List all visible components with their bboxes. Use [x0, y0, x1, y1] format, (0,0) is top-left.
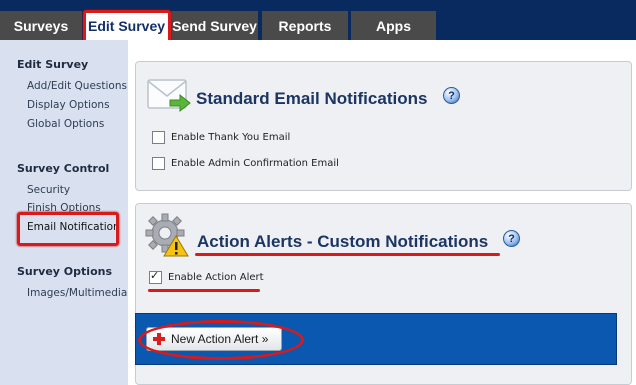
- sidebar-item-images-multimedia[interactable]: Images/Multimedia: [27, 287, 127, 299]
- tab-apps[interactable]: Apps: [351, 11, 436, 40]
- standard-email-title: Standard Email Notifications: [196, 89, 428, 108]
- tab-surveys[interactable]: Surveys: [0, 11, 82, 40]
- sidebar-item-add-edit-questions[interactable]: Add/Edit Questions: [27, 80, 127, 92]
- tab-reports[interactable]: Reports: [262, 11, 348, 40]
- gear-warning-icon: [145, 213, 189, 257]
- admin-confirmation-email-checkbox[interactable]: [152, 157, 165, 170]
- new-action-alert-button[interactable]: New Action Alert »: [146, 327, 282, 351]
- envelope-icon: [147, 79, 191, 113]
- sidebar-heading-edit-survey: Edit Survey: [17, 58, 89, 71]
- main-content: Standard Email Notifications ? Enable Th…: [128, 40, 636, 385]
- sidebar-heading-survey-options: Survey Options: [17, 265, 112, 278]
- sidebar: Edit Survey Add/Edit Questions Display O…: [0, 40, 128, 385]
- help-icon[interactable]: ?: [443, 87, 460, 104]
- new-action-alert-label: New Action Alert »: [171, 332, 269, 346]
- admin-confirmation-email-label: Enable Admin Confirmation Email: [171, 158, 339, 169]
- plus-icon: [153, 333, 165, 345]
- action-alerts-title-underline: [195, 253, 500, 256]
- sidebar-heading-survey-control: Survey Control: [17, 162, 110, 175]
- sidebar-item-display-options[interactable]: Display Options: [27, 99, 110, 111]
- sidebar-item-global-options[interactable]: Global Options: [27, 118, 104, 130]
- enable-action-alert-label: Enable Action Alert: [168, 272, 264, 283]
- help-icon[interactable]: ?: [503, 230, 520, 247]
- sidebar-item-security[interactable]: Security: [27, 184, 70, 196]
- standard-email-panel: Standard Email Notifications ? Enable Th…: [135, 61, 632, 191]
- enable-action-alert-checkbox[interactable]: [149, 269, 162, 284]
- enable-action-alert-underline: [148, 289, 260, 292]
- tab-edit-survey[interactable]: Edit Survey: [84, 11, 169, 40]
- sidebar-item-email-notification[interactable]: Email Notification: [27, 221, 120, 233]
- thank-you-email-label: Enable Thank You Email: [171, 132, 291, 143]
- thank-you-email-checkbox[interactable]: [152, 131, 165, 144]
- sidebar-item-finish-options[interactable]: Finish Options: [27, 202, 101, 214]
- tab-send-survey[interactable]: Send Survey: [171, 11, 258, 40]
- action-alerts-title: Action Alerts - Custom Notifications: [197, 232, 489, 251]
- top-navigation-bar: Surveys Edit Survey Send Survey Reports …: [0, 0, 636, 40]
